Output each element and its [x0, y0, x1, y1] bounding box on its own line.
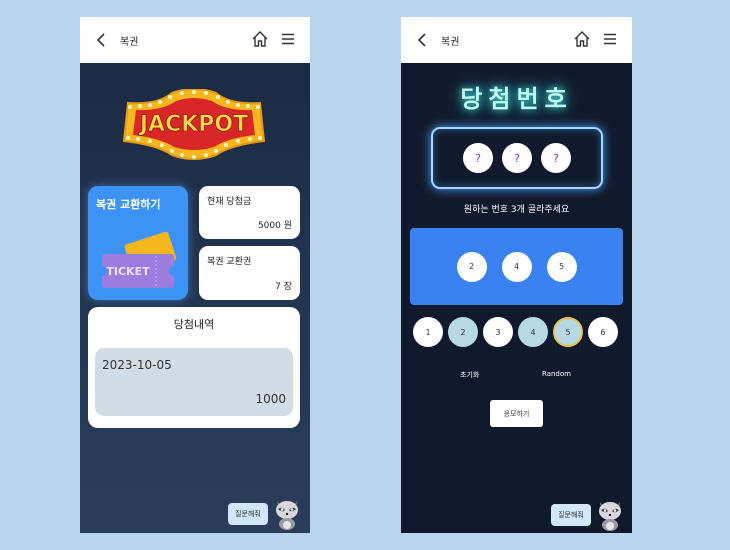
number-choice-2[interactable]: 2	[448, 317, 478, 347]
number-choice-4[interactable]: 4	[518, 317, 548, 347]
lottery-pick-screen: 복권 당첨번호 ? ? ? 원하는 번호 3개 골라주세요 2 4 5 1 2 …	[401, 17, 632, 533]
reset-button[interactable]: 초기화	[460, 370, 479, 380]
history-amount: 1000	[255, 392, 286, 406]
random-button[interactable]: Random	[542, 370, 571, 378]
history-title: 당첨내역	[173, 318, 215, 331]
winning-number-ball: ?	[541, 143, 571, 173]
lottery-home-screen: 복권 JACKPOT 복권 교환하기 TICKET 현재 당첨금 5000 원 …	[80, 17, 310, 533]
winning-history-card: 당첨내역 2023-10-05 1000	[88, 307, 300, 428]
home-icon[interactable]	[572, 29, 592, 49]
exchange-ticket-button[interactable]: 복권 교환하기 TICKET	[88, 186, 188, 300]
number-choice-5[interactable]: 5	[553, 317, 583, 347]
selected-numbers-panel: 2 4 5	[410, 228, 623, 305]
winning-numbers-title: 당첨번호	[460, 85, 573, 113]
number-choices: 1 2 3 4 5 6	[413, 317, 618, 347]
winning-number-ball: ?	[463, 143, 493, 173]
selected-number-ball[interactable]: 2	[456, 251, 487, 282]
current-prize-label: 현재 당첨금	[207, 197, 252, 207]
number-choice-1[interactable]: 1	[413, 317, 443, 347]
ticket-count-card: 복권 교환권 7 장	[199, 246, 300, 300]
home-icon[interactable]	[250, 29, 270, 49]
winning-numbers-box: ? ? ?	[431, 127, 603, 189]
back-icon[interactable]	[92, 31, 110, 49]
menu-icon[interactable]	[600, 29, 620, 49]
back-icon[interactable]	[413, 31, 431, 49]
ticket-text: TICKET	[106, 265, 150, 278]
raccoon-mascot-icon[interactable]	[596, 496, 624, 532]
jackpot-logo: JACKPOT	[118, 88, 270, 161]
ticket-count-label: 복권 교환권	[207, 257, 252, 267]
selected-number-ball[interactable]: 4	[501, 251, 532, 282]
ticket-count-value: 7 장	[275, 282, 292, 292]
jackpot-text: JACKPOT	[138, 112, 248, 137]
selected-number-ball[interactable]: 5	[546, 251, 577, 282]
winning-number-ball: ?	[502, 143, 532, 173]
page-title: 복권	[120, 36, 139, 48]
ticket-icon: TICKET	[97, 231, 179, 288]
history-date: 2023-10-05	[102, 358, 172, 372]
app-header: 복권	[401, 17, 632, 63]
history-item[interactable]: 2023-10-05 1000	[95, 348, 293, 416]
submit-button[interactable]: 응모하기	[490, 400, 543, 427]
help-button[interactable]: 질문해줘	[551, 504, 591, 526]
raccoon-mascot-icon[interactable]	[273, 495, 301, 531]
app-header: 복권	[80, 17, 310, 63]
page-title: 복권	[441, 36, 460, 48]
exchange-card-title: 복권 교환하기	[96, 198, 161, 211]
pick-instruction: 원하는 번호 3개 골라주세요	[463, 205, 570, 215]
menu-icon[interactable]	[278, 29, 298, 49]
current-prize-value: 5000 원	[257, 221, 292, 231]
current-prize-card: 현재 당첨금 5000 원	[199, 186, 300, 239]
help-button[interactable]: 질문해줘	[228, 503, 268, 525]
number-choice-3[interactable]: 3	[483, 317, 513, 347]
number-choice-6[interactable]: 6	[588, 317, 618, 347]
